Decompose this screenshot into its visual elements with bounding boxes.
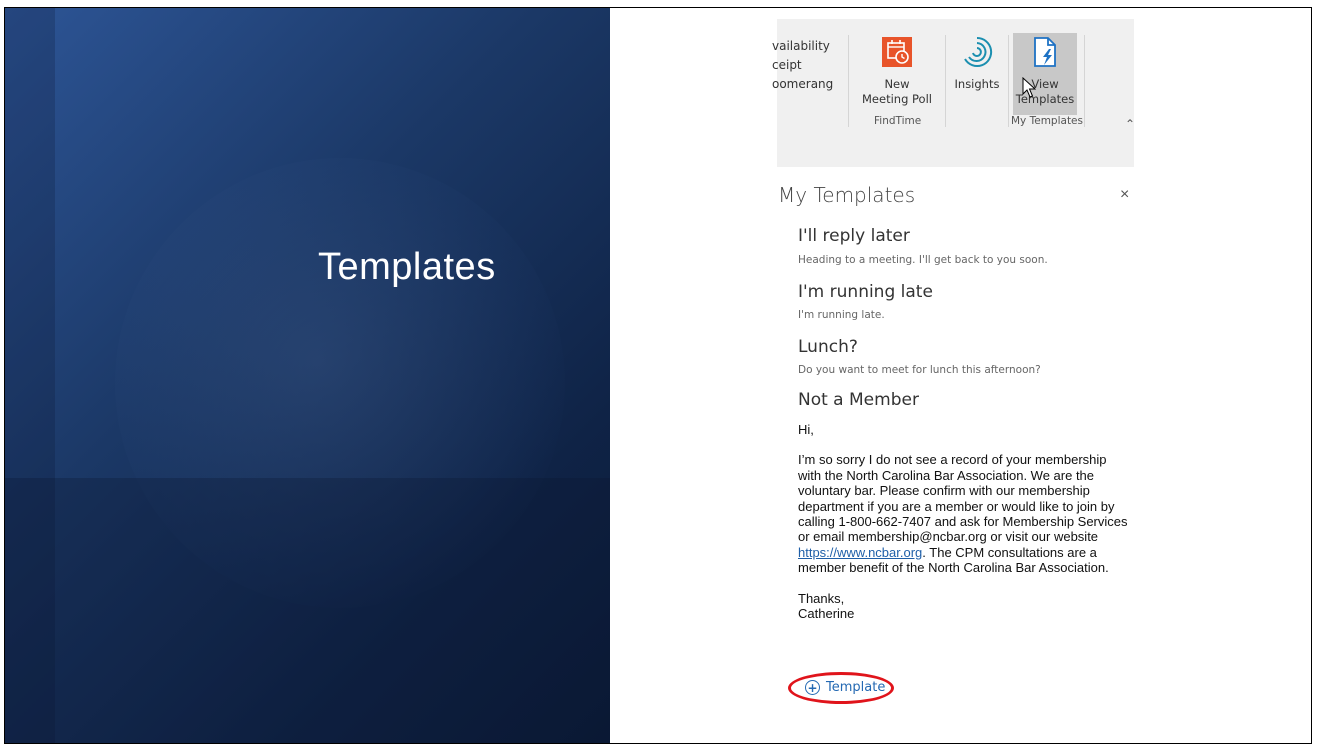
template-body-not-a-member[interactable]: Hi, I’m so sorry I do not see a record o…: [798, 422, 1128, 621]
new-meeting-poll-button[interactable]: New Meeting Poll: [853, 35, 941, 107]
template-name[interactable]: Not a Member: [798, 390, 919, 410]
ribbon-separator: [1084, 35, 1085, 127]
pane-title: My Templates: [778, 183, 916, 207]
group-label-findtime: FindTime: [874, 115, 922, 127]
template-name[interactable]: Lunch?: [798, 337, 858, 357]
ribbon-separator: [1008, 35, 1009, 127]
close-icon[interactable]: ×: [1120, 186, 1129, 204]
templates-icon: [1034, 37, 1056, 67]
template-preview[interactable]: I'm running late.: [798, 309, 885, 321]
template-signature: Catherine: [798, 606, 855, 622]
ribbon-item-receipt[interactable]: ceipt: [772, 56, 833, 75]
insights-label: Insights: [954, 77, 1000, 91]
ribbon-partial-group: vailability ceipt oomerang: [772, 37, 833, 94]
decorative-band: [5, 478, 610, 743]
collapse-ribbon-icon[interactable]: ⌃: [1125, 117, 1135, 131]
template-preview[interactable]: Heading to a meeting. I'll get back to y…: [798, 254, 1048, 266]
group-label-my-templates: My Templates: [1011, 115, 1083, 127]
ribbon-item-boomerang[interactable]: oomerang: [772, 75, 833, 94]
plus-circle-icon: +: [805, 680, 820, 695]
insights-button[interactable]: Insights: [949, 35, 1005, 92]
template-paragraph: I’m so sorry I do not see a record of yo…: [798, 452, 1128, 575]
template-preview[interactable]: Do you want to meet for lunch this after…: [798, 364, 1041, 376]
ribbon-separator: [945, 35, 946, 127]
mouse-pointer-icon: [1022, 77, 1036, 98]
add-template-button[interactable]: + Template: [805, 680, 885, 695]
slide-title: Templates: [318, 246, 496, 288]
new-meeting-poll-label-1: New: [884, 77, 910, 91]
insights-icon: [964, 36, 993, 67]
outlook-ribbon: vailability ceipt oomerang New Meeting P…: [772, 19, 1135, 167]
slide-title-panel: [5, 8, 610, 743]
ribbon-item-availability[interactable]: vailability: [772, 37, 833, 56]
ncbar-website-link[interactable]: https://www.ncbar.org: [798, 545, 922, 560]
new-meeting-poll-label-2: Meeting Poll: [862, 92, 932, 106]
template-name[interactable]: I'll reply later: [798, 226, 910, 246]
template-name[interactable]: I'm running late: [798, 282, 933, 302]
template-body-text: I’m so sorry I do not see a record of yo…: [798, 452, 1128, 545]
template-greeting: Hi,: [798, 422, 814, 437]
meeting-poll-icon: [882, 37, 912, 67]
add-template-label: Template: [826, 680, 886, 695]
template-signoff: Thanks,: [798, 590, 845, 606]
ribbon-separator: [848, 35, 849, 127]
decorative-band-vertical: [5, 8, 55, 743]
